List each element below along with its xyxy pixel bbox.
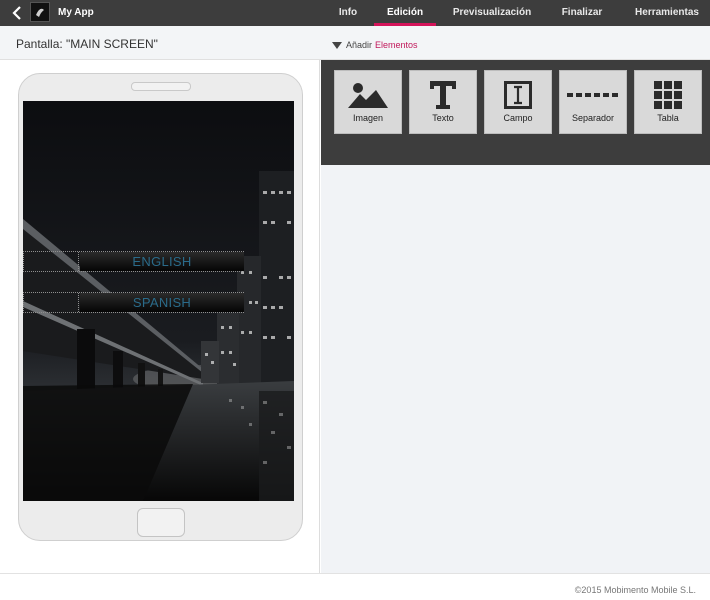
separator-icon <box>560 79 626 111</box>
add-prefix: Añadir <box>346 40 373 50</box>
spanish-row-spacer <box>24 293 79 312</box>
spanish-button-row[interactable]: SPANISH <box>23 292 244 313</box>
footer: ©2015 Mobimento Mobile S.L. <box>0 573 710 600</box>
english-button[interactable]: ENGLISH <box>80 252 244 271</box>
tab-finalizar-label: Finalizar <box>561 7 603 18</box>
elements-pane: Imagen Texto Campo Separador Tabla <box>321 60 710 573</box>
phone-frame: ENGLISH SPANISH <box>18 73 303 541</box>
english-button-row[interactable]: ENGLISH <box>23 251 244 272</box>
add-text-button[interactable]: Texto <box>409 70 477 134</box>
tab-herramientas-label: Herramientas <box>635 7 699 18</box>
add-elements-link[interactable]: Elementos <box>375 40 418 50</box>
tab-info[interactable]: Info <box>330 0 366 26</box>
add-table-label: Tabla <box>657 113 679 123</box>
field-icon <box>485 79 551 111</box>
table-icon <box>635 79 701 111</box>
add-image-button[interactable]: Imagen <box>334 70 402 134</box>
add-separator-button[interactable]: Separador <box>559 70 627 134</box>
add-field-button[interactable]: Campo <box>484 70 552 134</box>
tab-edicion-label: Edición <box>386 7 424 18</box>
screen-title: Pantalla: "MAIN SCREEN" <box>16 37 158 51</box>
phone-home-button[interactable] <box>137 508 185 537</box>
english-row-spacer <box>24 252 79 271</box>
preview-pane: ENGLISH SPANISH <box>0 60 320 573</box>
copyright-text: ©2015 Mobimento Mobile S.L. <box>574 585 696 595</box>
tab-herramientas[interactable]: Herramientas <box>630 0 704 26</box>
app-logo-icon <box>30 2 50 22</box>
elements-palette: Imagen Texto Campo Separador Tabla <box>321 60 710 165</box>
triangle-down-icon <box>332 41 342 49</box>
phone-speaker <box>131 82 191 91</box>
tab-previsualizacion[interactable]: Previsualización <box>449 0 535 26</box>
back-arrow-icon[interactable] <box>10 4 26 22</box>
spanish-button[interactable]: SPANISH <box>80 293 244 312</box>
top-bar: My App Info Edición Previsualización Fin… <box>0 0 710 26</box>
phone-screen[interactable]: ENGLISH SPANISH <box>23 101 294 501</box>
app-name: My App <box>58 7 94 18</box>
tab-info-label: Info <box>338 7 358 18</box>
tab-previsualizacion-label: Previsualización <box>452 7 532 18</box>
sub-bar: Pantalla: "MAIN SCREEN" Añadir Elementos <box>0 26 710 60</box>
add-elements-toggle[interactable]: Añadir Elementos <box>332 40 418 50</box>
add-field-label: Campo <box>503 113 533 123</box>
add-text-label: Texto <box>432 113 454 123</box>
tab-finalizar[interactable]: Finalizar <box>557 0 607 26</box>
add-table-button[interactable]: Tabla <box>634 70 702 134</box>
image-icon <box>335 79 401 111</box>
tab-edicion[interactable]: Edición <box>374 0 436 26</box>
text-icon <box>410 79 476 111</box>
add-separator-label: Separador <box>571 113 615 123</box>
add-image-label: Imagen <box>352 113 384 123</box>
